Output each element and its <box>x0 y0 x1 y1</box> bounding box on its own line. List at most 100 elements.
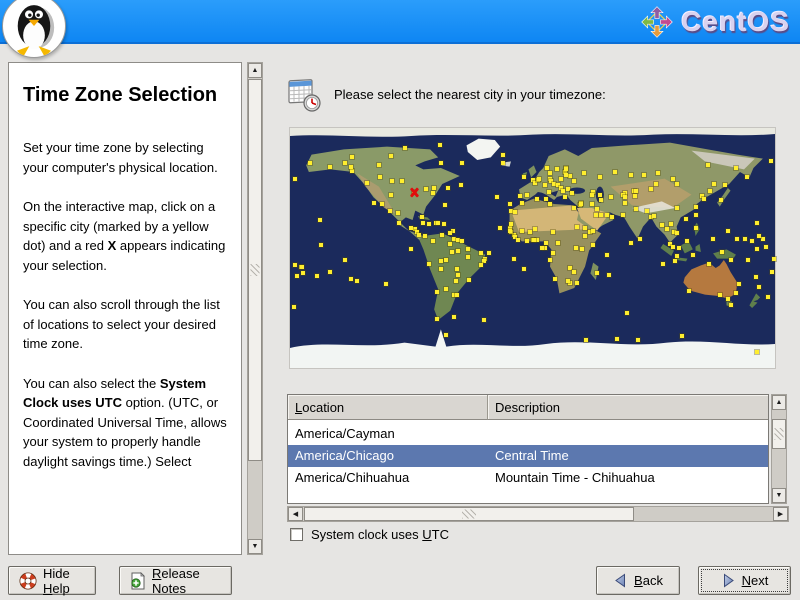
city-dot[interactable] <box>525 192 530 197</box>
city-dot[interactable] <box>595 207 600 212</box>
city-dot[interactable] <box>487 251 492 256</box>
city-dot[interactable] <box>684 216 689 221</box>
city-dot[interactable] <box>612 170 617 174</box>
city-dot[interactable] <box>518 194 523 198</box>
table-vscrollbar-thumb[interactable] <box>772 419 786 449</box>
column-header-location[interactable]: Location <box>288 395 488 420</box>
city-dot[interactable] <box>554 167 559 172</box>
city-dot[interactable] <box>355 279 360 284</box>
city-dot[interactable] <box>317 218 322 222</box>
city-dot[interactable] <box>558 176 563 181</box>
city-dot[interactable] <box>448 231 453 236</box>
city-dot[interactable] <box>301 271 306 276</box>
city-dot[interactable] <box>432 186 437 190</box>
city-dot[interactable] <box>693 226 698 230</box>
city-dot[interactable] <box>685 239 690 244</box>
city-dot[interactable] <box>397 220 402 225</box>
city-dot[interactable] <box>449 250 454 254</box>
city-dot[interactable] <box>770 270 775 274</box>
city-dot[interactable] <box>438 267 443 272</box>
city-dot[interactable] <box>674 182 679 186</box>
city-dot[interactable] <box>498 226 503 230</box>
city-dot[interactable] <box>543 196 548 201</box>
city-dot[interactable] <box>546 190 551 194</box>
city-dot[interactable] <box>376 163 381 168</box>
city-dot[interactable] <box>399 179 404 184</box>
cell-description[interactable]: Mountain Time - Chihuahua <box>488 467 768 489</box>
city-dot[interactable] <box>456 272 461 277</box>
city-dot[interactable] <box>430 191 435 196</box>
city-dot[interactable] <box>438 160 443 165</box>
city-dot[interactable] <box>522 175 527 180</box>
city-dot[interactable] <box>674 254 679 258</box>
city-dot[interactable] <box>314 274 319 278</box>
table-hscrollbar[interactable]: ◀ ▶ <box>287 506 789 522</box>
city-dot[interactable] <box>719 198 724 202</box>
table-hscrollbar-thumb[interactable] <box>304 507 634 521</box>
city-dot[interactable] <box>460 160 465 165</box>
city-dot[interactable] <box>364 180 369 185</box>
city-dot[interactable] <box>409 226 414 230</box>
city-dot[interactable] <box>533 227 538 232</box>
city-dot[interactable] <box>422 234 427 238</box>
city-dot[interactable] <box>623 200 628 205</box>
city-dot[interactable] <box>568 174 573 178</box>
city-dot[interactable] <box>482 318 486 322</box>
utc-checkbox[interactable] <box>290 528 303 541</box>
city-dot[interactable] <box>746 258 751 262</box>
city-dot[interactable] <box>766 295 771 300</box>
city-dot[interactable] <box>756 234 761 238</box>
city-dot[interactable] <box>768 159 773 164</box>
city-dot[interactable] <box>701 196 706 201</box>
city-dot[interactable] <box>634 188 639 193</box>
city-dot[interactable] <box>441 222 446 226</box>
city-dot[interactable] <box>733 291 738 296</box>
city-dot[interactable] <box>669 222 674 226</box>
city-dot[interactable] <box>659 223 664 228</box>
city-dot[interactable] <box>623 195 628 200</box>
city-dot[interactable] <box>426 262 431 266</box>
city-dot[interactable] <box>597 175 602 180</box>
city-dot[interactable] <box>670 176 675 181</box>
city-dot[interactable] <box>565 279 570 284</box>
city-dot[interactable] <box>574 224 579 229</box>
city-dot[interactable] <box>593 212 598 217</box>
city-dot[interactable] <box>444 258 449 262</box>
city-dot[interactable] <box>574 280 579 285</box>
city-dot[interactable] <box>670 244 675 249</box>
scroll-left-icon[interactable]: ◀ <box>288 507 303 521</box>
cell-description[interactable]: Central Time <box>488 445 768 467</box>
city-dot[interactable] <box>591 228 596 233</box>
city-dot[interactable] <box>539 246 544 250</box>
city-dot[interactable] <box>673 259 678 264</box>
scroll-up-icon[interactable]: ▲ <box>248 63 262 78</box>
city-dot[interactable] <box>632 194 637 198</box>
city-dot[interactable] <box>584 338 589 342</box>
city-dot[interactable] <box>527 230 532 234</box>
utc-checkbox-label[interactable]: System clock uses UTC <box>311 527 449 542</box>
city-dot[interactable] <box>548 258 552 262</box>
city-dot[interactable] <box>624 311 629 316</box>
city-dot[interactable] <box>402 145 407 150</box>
city-dot[interactable] <box>456 248 461 253</box>
city-dot[interactable] <box>728 258 733 262</box>
city-dot[interactable] <box>561 188 566 193</box>
city-dot[interactable] <box>609 215 614 220</box>
city-dot[interactable] <box>445 186 450 190</box>
city-dot[interactable] <box>417 232 422 237</box>
city-dot[interactable] <box>507 202 512 206</box>
hide-help-button[interactable]: Hide Help <box>8 566 96 596</box>
city-dot[interactable] <box>706 262 711 266</box>
city-dot[interactable] <box>597 192 602 197</box>
cell-location[interactable]: America/Chicago <box>288 445 488 467</box>
city-dot[interactable] <box>711 236 716 241</box>
city-dot[interactable] <box>426 222 431 226</box>
city-dot[interactable] <box>409 247 414 252</box>
city-dot[interactable] <box>693 204 698 209</box>
city-dot[interactable] <box>705 163 710 168</box>
city-dot[interactable] <box>604 252 609 257</box>
city-dot[interactable] <box>512 210 517 214</box>
city-dot[interactable] <box>522 267 527 272</box>
table-row[interactable]: America/Cayman <box>288 423 768 445</box>
city-dot[interactable] <box>756 284 761 289</box>
